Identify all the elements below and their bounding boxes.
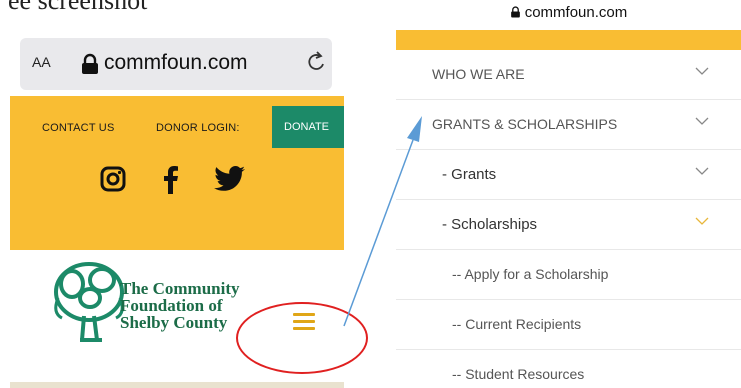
arrow-annotation xyxy=(343,116,422,327)
